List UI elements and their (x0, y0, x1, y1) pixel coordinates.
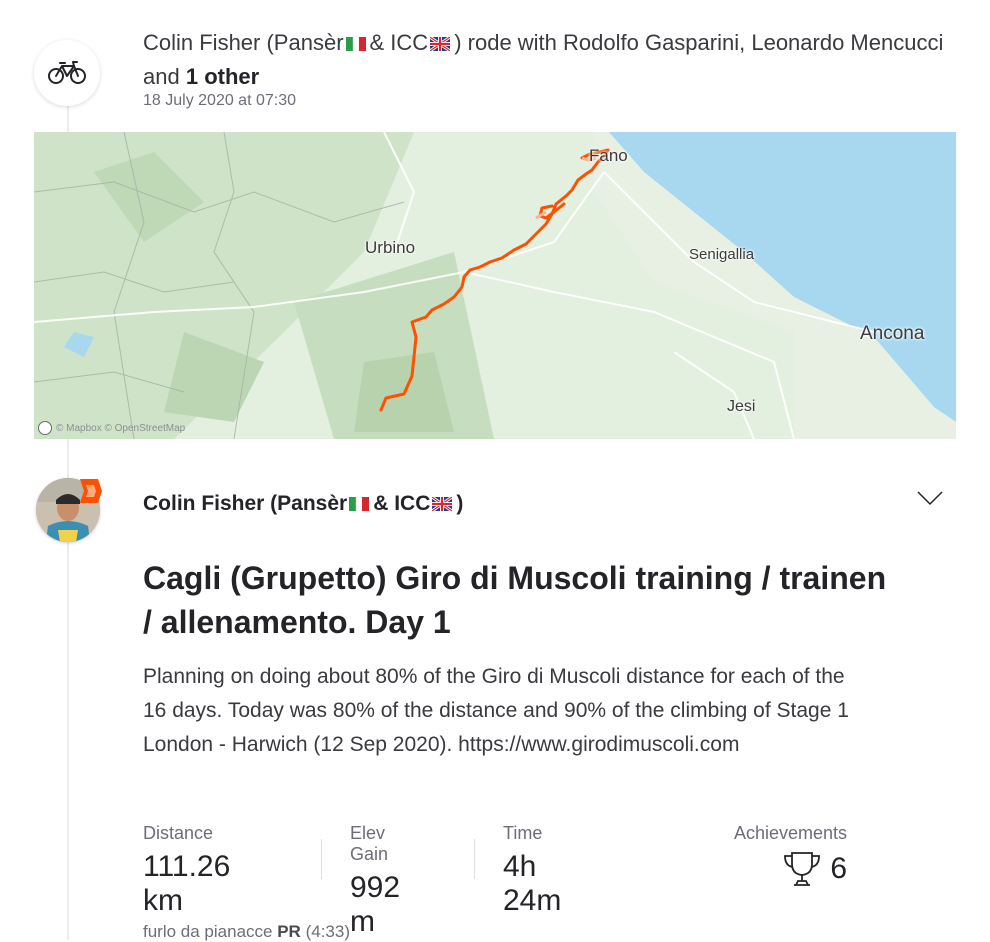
chevron-down-icon[interactable] (916, 488, 944, 508)
italy-flag-icon (345, 37, 366, 51)
stat-achievements-label: Achievements (733, 823, 847, 843)
italy-flag-icon (349, 497, 370, 511)
stat-divider (474, 839, 475, 879)
segment-name: furlo da pianacce (143, 922, 273, 941)
group-others-link[interactable]: 1 other (186, 64, 259, 89)
athlete-close-paren: ) (456, 492, 464, 515)
stat-distance: Distance 111.26 km (143, 823, 230, 918)
stat-distance-label: Distance (143, 823, 214, 843)
stat-elev-value: 992 m (350, 871, 401, 938)
stat-divider (321, 839, 322, 879)
stat-achievements-row: 6 (716, 850, 847, 888)
map-label-fano: Fano (589, 146, 628, 165)
group-athlete-link[interactable]: Colin Fisher (Pansèr (143, 30, 344, 55)
stat-time: Time 4h 24m (503, 823, 561, 918)
activity-title[interactable]: Cagli (Grupetto) Giro di Muscoli trainin… (143, 556, 903, 644)
activity-athlete-name[interactable]: Colin Fisher (Pansèr & ICC) (143, 492, 463, 516)
uk-flag-icon (432, 497, 453, 511)
sport-type-badge (34, 40, 100, 106)
stat-elev-label: Elev Gain (350, 823, 389, 864)
map-label-jesi: Jesi (727, 398, 756, 415)
trophy-icon (784, 852, 821, 886)
mapbox-logo-icon (38, 421, 52, 435)
map-attribution-text: © Mapbox © OpenStreetMap (56, 422, 186, 434)
bicycle-icon (48, 61, 86, 84)
group-activity-date: 18 July 2020 at 07:30 (143, 92, 297, 109)
activity-map[interactable]: Fano Urbino Senigallia Ancona Jesi © Map… (34, 132, 956, 439)
stat-distance-value: 111.26 km (143, 850, 231, 917)
map-label-urbino: Urbino (365, 238, 416, 257)
athlete-name-text: Colin Fisher (Pansèr (143, 492, 348, 515)
stat-time-value: 4h 24m (503, 850, 562, 917)
segment-effort[interactable]: furlo da pianacce PR (4:33) (143, 922, 350, 942)
stat-elev-gain: Elev Gain 992 m (350, 823, 400, 939)
map-canvas (34, 132, 956, 439)
subscriber-badge-icon (80, 479, 102, 503)
stat-achievements[interactable]: Achievements 6 (716, 823, 847, 888)
stat-achievements-value: 6 (830, 852, 847, 885)
group-activity-header: Colin Fisher (Pansèr & ICC) rode with Rod… (143, 26, 963, 94)
stat-time-label: Time (503, 823, 543, 843)
activity-description: Planning on doing about 80% of the Giro … (143, 665, 849, 756)
segment-pr-badge: PR (277, 922, 301, 941)
uk-flag-icon (430, 37, 451, 51)
map-attribution[interactable]: © Mapbox © OpenStreetMap (38, 421, 185, 435)
segment-time: (4:33) (305, 922, 350, 941)
group-icc-text: & ICC (369, 30, 429, 55)
athlete-icc-text: & ICC (373, 492, 431, 515)
map-label-senigallia: Senigallia (689, 246, 755, 263)
map-label-ancona: Ancona (860, 323, 925, 344)
